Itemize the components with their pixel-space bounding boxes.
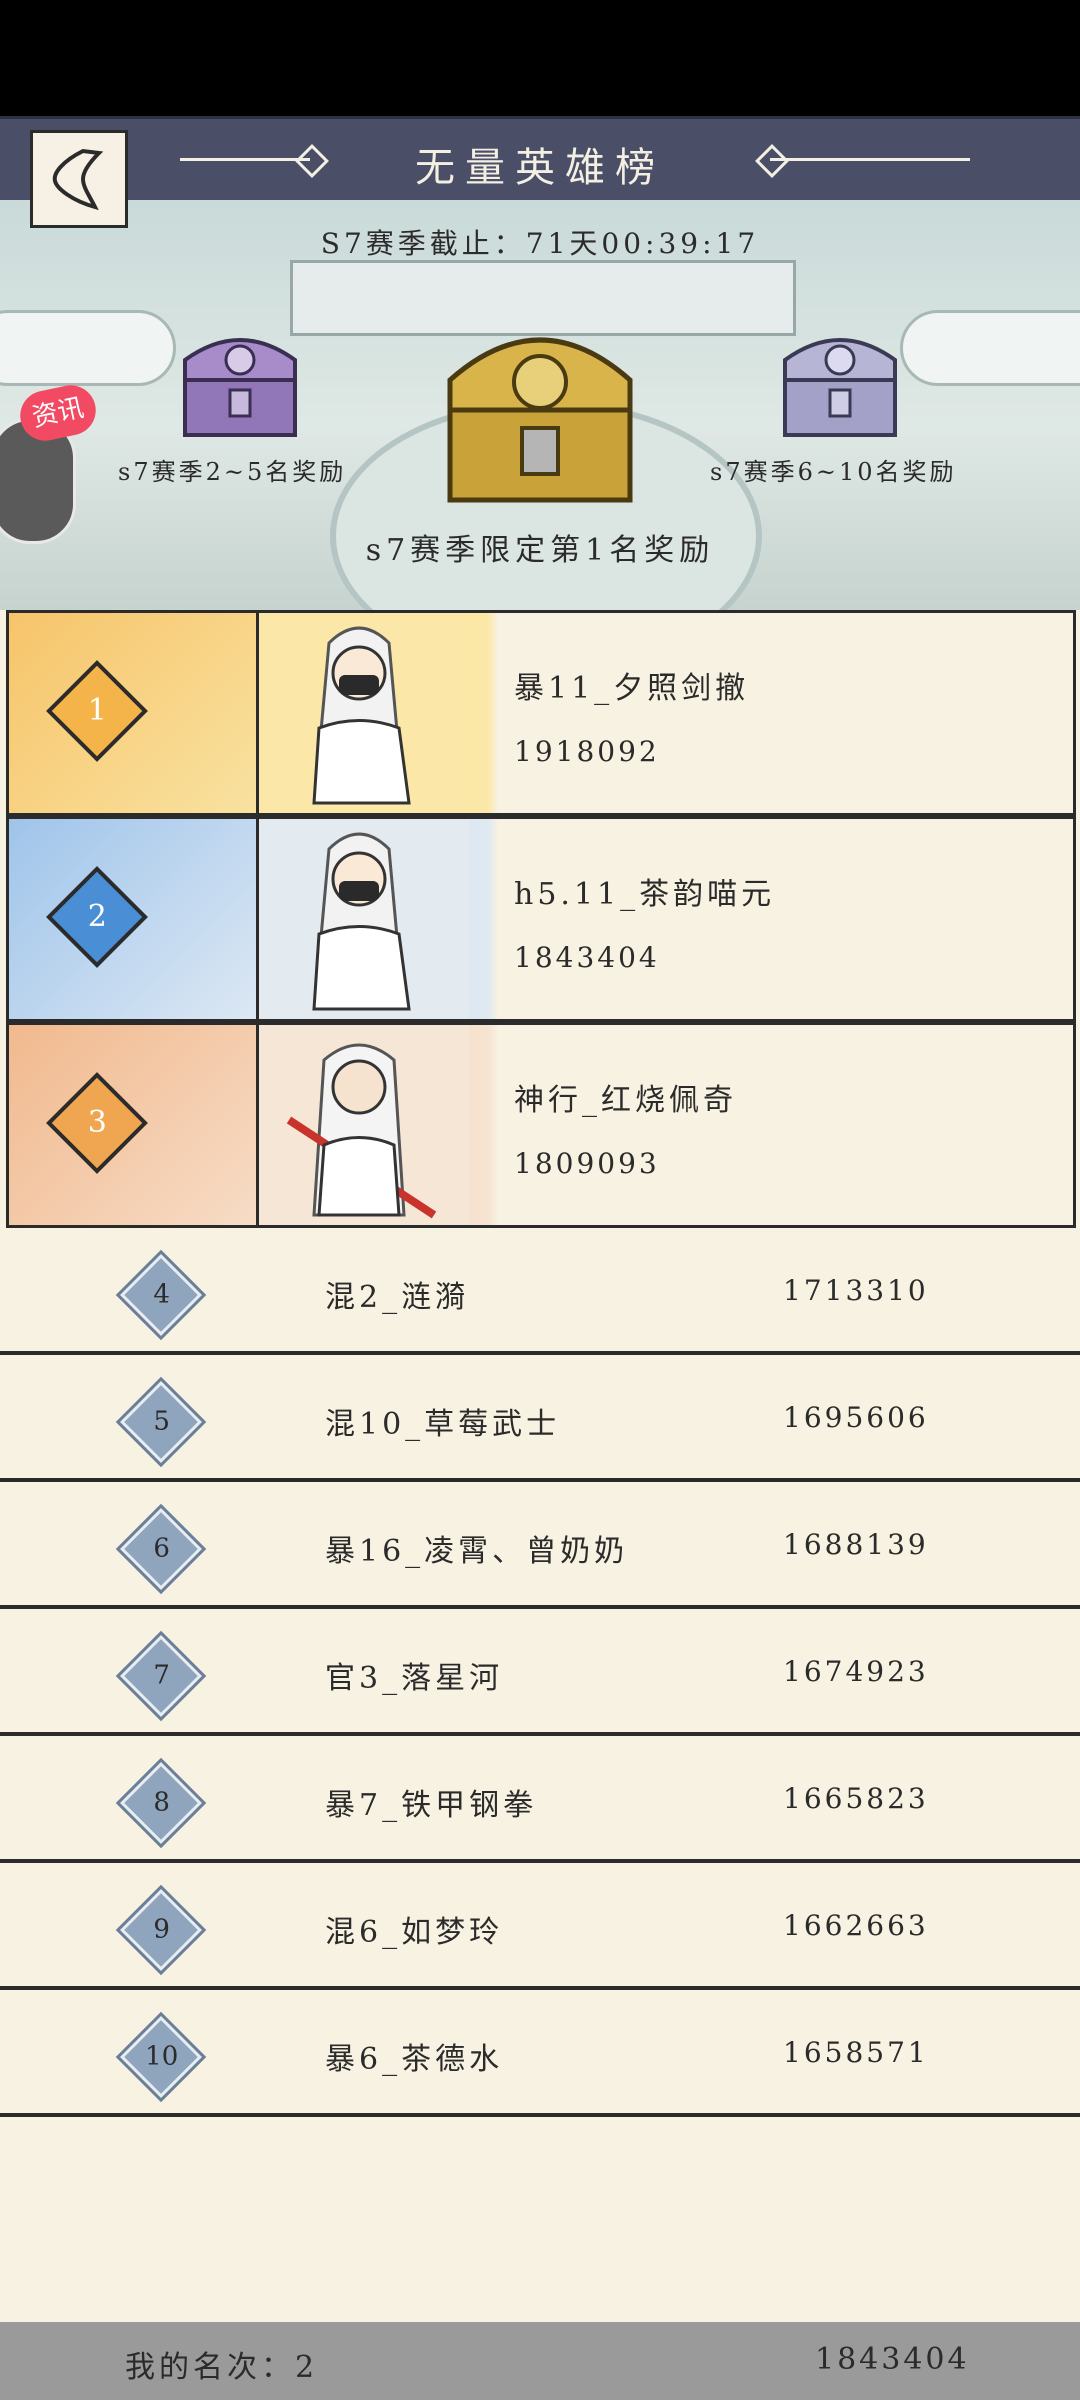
player-score: 1713310 (783, 1274, 929, 1307)
rank-row[interactable]: 4 混2_涟漪 1713310 (0, 1228, 1080, 1355)
rank-badge: 6 (115, 1503, 207, 1595)
rank-number: 8 (153, 1787, 170, 1818)
rank-number: 10 (145, 2041, 179, 2072)
rewards-scene: S7赛季截止：71天00:39:17 s7赛季2~5名奖励 s7赛季限定第1名奖… (0, 200, 1080, 610)
chest-purple-left-icon[interactable] (170, 320, 310, 440)
header-bar: 无量英雄榜 (0, 116, 1080, 206)
rank-badge: 10 (115, 2011, 207, 2103)
rank-number: 5 (153, 1406, 170, 1437)
player-score: 1688139 (783, 1528, 929, 1561)
rank-number: 2 (87, 899, 107, 935)
player-name: 混2_涟漪 (325, 1280, 470, 1315)
avatar[interactable] (259, 819, 469, 1019)
player-info: h5.11_茶韵喵元 1843404 (514, 869, 775, 974)
player-score: 1809093 (514, 1147, 660, 1180)
rank-cell: 3 (9, 1025, 259, 1225)
ranking-list: 1 暴11_夕照剑撤 1918092 2 h5.11_茶韵喵元 1843404 … (0, 610, 1080, 2322)
rank-badge-bronze: 3 (46, 1072, 148, 1174)
rank-badge: 9 (115, 1884, 207, 1976)
back-button[interactable] (30, 130, 128, 228)
rank-row[interactable]: 8 暴7_铁甲钢拳 1665823 (0, 1736, 1080, 1863)
player-score: 1662663 (783, 1909, 929, 1942)
player-info: 神行_红烧佩奇 1809093 (514, 1075, 737, 1180)
cloud-decoration (900, 310, 1080, 386)
top-rank-row-3[interactable]: 3 神行_红烧佩奇 1809093 (6, 1022, 1076, 1228)
rank-number: 3 (87, 1105, 107, 1141)
avatar[interactable] (259, 613, 469, 813)
player-name: 暴16_凌霄、曾奶奶 (325, 1534, 629, 1569)
avatar[interactable] (259, 1025, 469, 1225)
reward-label-center: s7赛季限定第1名奖励 (365, 533, 715, 568)
player-name: 神行_红烧佩奇 (514, 1083, 737, 1118)
status-bar (0, 0, 1080, 116)
reward-label-left: s7赛季2~5名奖励 (118, 458, 347, 486)
player-score: 1695606 (783, 1401, 929, 1434)
cloud-decoration (0, 310, 176, 386)
chest-gold-center-icon[interactable] (430, 310, 650, 510)
player-name: 暴7_铁甲钢拳 (325, 1788, 538, 1823)
player-info: 暴11_夕照剑撤 1918092 (514, 663, 749, 768)
player-name: 混10_草莓武士 (325, 1407, 561, 1442)
player-score: 1674923 (783, 1655, 929, 1688)
rank-number: 9 (153, 1914, 170, 1945)
rank-cell: 1 (9, 613, 259, 813)
rank-badge: 7 (115, 1630, 207, 1722)
player-name: 暴6_茶德水 (325, 2042, 504, 2077)
hero-avatar-icon (312, 626, 411, 805)
rank-number: 7 (153, 1660, 170, 1691)
top-rank-row-1[interactable]: 1 暴11_夕照剑撤 1918092 (6, 610, 1076, 816)
my-rank-bar: 我的名次：2 1843404 (0, 2322, 1080, 2400)
rank-number: 4 (153, 1279, 170, 1310)
header-deco-line-right (770, 158, 970, 161)
player-name: 官3_落星河 (325, 1661, 504, 1696)
chest-lavender-right-icon[interactable] (770, 320, 910, 440)
rank-badge: 5 (115, 1376, 207, 1468)
rank-badge: 4 (115, 1249, 207, 1341)
page-title: 无量英雄榜 (415, 145, 665, 191)
floating-game-widget[interactable]: 资讯 (0, 380, 101, 544)
top-rank-row-2[interactable]: 2 h5.11_茶韵喵元 1843404 (6, 816, 1076, 1022)
player-name: 混6_如梦玲 (325, 1915, 504, 1950)
season-countdown: S7赛季截止：71天00:39:17 (320, 227, 760, 260)
rank-badge-gold: 1 (46, 660, 148, 762)
rank-number: 1 (87, 693, 107, 729)
rank-row[interactable]: 6 暴16_凌霄、曾奶奶 1688139 (0, 1482, 1080, 1609)
hero-avatar-icon (312, 832, 411, 1011)
player-score: 1665823 (783, 1782, 929, 1815)
rank-row[interactable]: 10 暴6_茶德水 1658571 (0, 1990, 1080, 2117)
reward-label-right: s7赛季6~10名奖励 (710, 458, 957, 486)
rank-row[interactable]: 9 混6_如梦玲 1662663 (0, 1863, 1080, 1990)
player-name: 暴11_夕照剑撤 (514, 671, 750, 706)
hero-avatar-icon (286, 1043, 437, 1219)
rank-badge: 8 (115, 1757, 207, 1849)
player-name: h5.11_茶韵喵元 (514, 877, 776, 912)
player-score: 1918092 (514, 735, 660, 768)
rank-row[interactable]: 7 官3_落星河 1674923 (0, 1609, 1080, 1736)
rank-badge-blue: 2 (46, 866, 148, 968)
rank-number: 6 (153, 1533, 170, 1564)
rank-row[interactable]: 5 混10_草莓武士 1695606 (0, 1355, 1080, 1482)
my-score-text: 1843404 (815, 2342, 970, 2377)
my-rank-text: 我的名次：2 (125, 2350, 319, 2385)
back-arrow-icon (52, 148, 104, 211)
rank-cell: 2 (9, 819, 259, 1019)
player-score: 1843404 (514, 941, 660, 974)
player-score: 1658571 (783, 2036, 929, 2069)
